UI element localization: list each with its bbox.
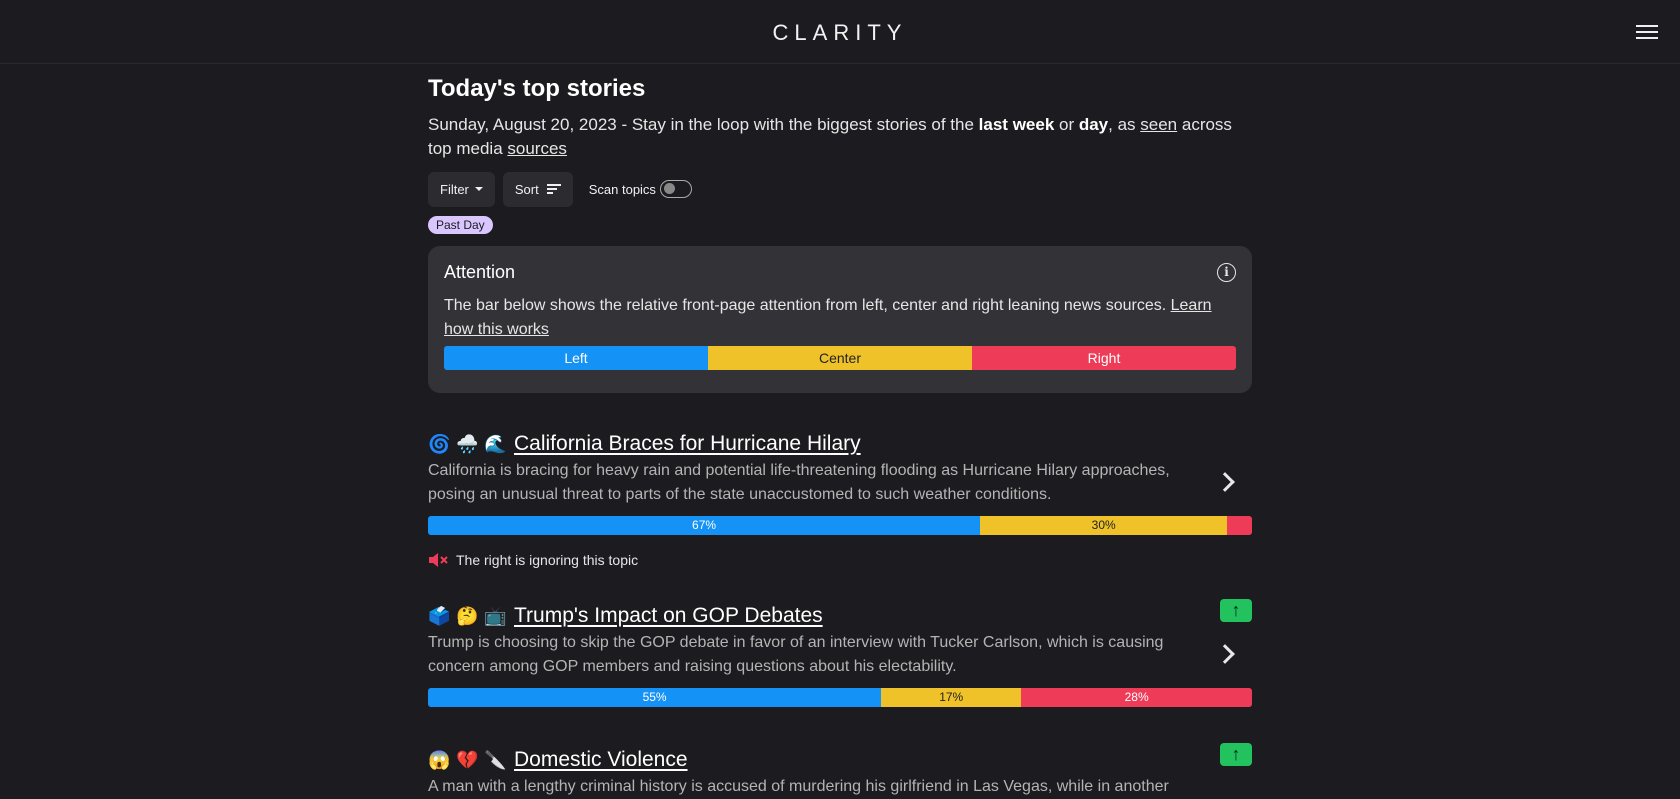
bias-left-segment: 67% [428, 516, 981, 535]
story-description: A man with a lengthy criminal history is… [428, 778, 1169, 795]
last-week-text: last week [978, 115, 1055, 134]
story-description: California is bracing for heavy rain and… [428, 462, 1170, 503]
controls-row: Filter Sort Scan topics [428, 171, 1252, 207]
ignored-notice-text: The right is ignoring this topic [456, 552, 639, 568]
active-filter-chip[interactable]: Past Day [428, 216, 493, 234]
scan-topics-label: Scan topics [588, 181, 656, 197]
attention-title: Attention [444, 262, 516, 282]
wave-emoji-icon: 🌊 [484, 433, 507, 454]
attention-legend-bar: Left Center Right [444, 346, 1236, 370]
top-bar: CLARITY [0, 0, 1680, 64]
bias-bar: 67% 30% [428, 516, 1252, 535]
broken-heart-emoji-icon: 💔 [456, 749, 479, 770]
legend-right: Right [972, 346, 1236, 370]
sort-icon [546, 182, 561, 196]
bias-right-segment: 28% [1021, 688, 1252, 707]
story-title[interactable]: Trump's Impact on GOP Debates [514, 604, 823, 628]
rising-arrow-icon: ↑ [1220, 599, 1252, 622]
info-icon[interactable]: i [1217, 263, 1236, 282]
subtitle-text: , as [1108, 115, 1141, 134]
screaming-face-emoji-icon: 😱 [428, 749, 451, 770]
date: Sunday, August 20, 2023 [428, 115, 617, 134]
bias-center-segment: 17% [881, 688, 1022, 707]
main-content: Today's top stories Sunday, August 20, 2… [428, 64, 1252, 795]
legend-center: Center [708, 346, 972, 370]
story-card[interactable]: ↑ 🗳️ 🤔 📺 Trump's Impact on GOP Debates T… [428, 599, 1252, 707]
bias-bar: 55% 17% 28% [428, 688, 1252, 707]
page-title: Today's top stories [428, 75, 646, 102]
story-description: Trump is choosing to skip the GOP debate… [428, 634, 1164, 675]
hamburger-menu-icon[interactable] [1636, 22, 1658, 40]
sort-button[interactable]: Sort [502, 171, 573, 207]
story-card[interactable]: ↑ 😱 💔 🔪 Domestic Violence A man with a l… [428, 743, 1252, 799]
bias-left-segment: 55% [428, 688, 882, 707]
story-title-row: 🌀 🌧️ 🌊 California Braces for Hurricane H… [428, 431, 1252, 457]
day-text: day [1078, 115, 1109, 134]
page-subtitle: Sunday, August 20, 2023 - Stay in the lo… [428, 113, 1252, 161]
caret-down-icon [474, 187, 483, 191]
rain-cloud-emoji-icon: 🌧️ [456, 433, 479, 454]
story-title-row: 🗳️ 🤔 📺 Trump's Impact on GOP Debates [428, 603, 1252, 629]
thinking-face-emoji-icon: 🤔 [456, 605, 479, 626]
ignored-notice: The right is ignoring this topic [428, 552, 1252, 568]
scan-topics: Scan topics [589, 180, 692, 198]
rising-arrow-icon: ↑ [1220, 743, 1252, 766]
television-emoji-icon: 📺 [484, 605, 507, 626]
muted-speaker-icon [429, 553, 448, 567]
subtitle-text: or [1054, 115, 1079, 134]
cyclone-emoji-icon: 🌀 [428, 433, 451, 454]
attention-text: The bar below shows the relative front-p… [444, 297, 1171, 314]
chevron-right-icon[interactable] [1215, 472, 1235, 492]
legend-left: Left [444, 346, 708, 370]
attention-description: The bar below shows the relative front-p… [444, 294, 1236, 342]
logo[interactable]: CLARITY [0, 20, 1680, 46]
filter-label: Filter [440, 181, 469, 197]
chevron-right-icon[interactable] [1215, 644, 1235, 664]
sort-label: Sort [514, 181, 539, 197]
filter-button[interactable]: Filter [428, 171, 495, 207]
scan-topics-toggle[interactable] [659, 180, 692, 198]
story-card[interactable]: 🌀 🌧️ 🌊 California Braces for Hurricane H… [428, 431, 1252, 568]
bias-center-segment: 30% [980, 516, 1228, 535]
knife-emoji-icon: 🔪 [484, 749, 507, 770]
ballot-box-emoji-icon: 🗳️ [428, 605, 451, 626]
story-title[interactable]: Domestic Violence [514, 748, 688, 772]
story-title[interactable]: California Braces for Hurricane Hilary [514, 432, 861, 456]
bias-right-segment [1227, 516, 1252, 535]
story-title-row: 😱 💔 🔪 Domestic Violence [428, 747, 1252, 773]
subtitle-text: - Stay in the loop with the biggest stor… [616, 115, 979, 134]
attention-card: Attention i The bar below shows the rela… [428, 246, 1252, 393]
seen-link[interactable]: seen [1140, 115, 1177, 134]
sources-link[interactable]: sources [507, 139, 567, 158]
